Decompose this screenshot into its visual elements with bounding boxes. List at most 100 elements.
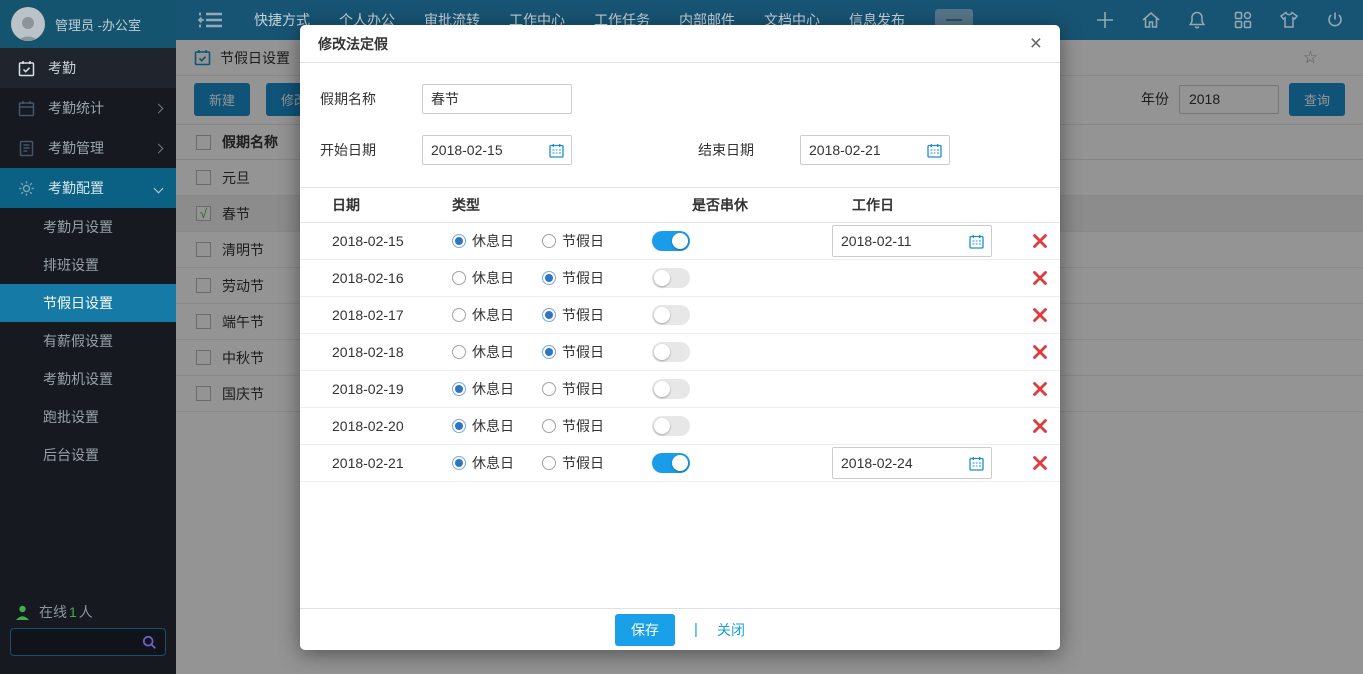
radio-holiday[interactable]: 节假日 — [542, 342, 604, 362]
search-icon[interactable] — [142, 635, 157, 650]
close-icon[interactable]: × — [1030, 33, 1042, 54]
day-row: 2018-02-20休息日节假日 — [300, 408, 1060, 445]
radio-holiday[interactable]: 节假日 — [542, 305, 604, 325]
swap-toggle[interactable] — [652, 379, 690, 399]
toggle-knob — [654, 418, 670, 434]
radio-label: 休息日 — [472, 231, 514, 251]
home-icon[interactable] — [1141, 10, 1161, 30]
toggle-knob — [654, 381, 670, 397]
calendar-check-icon — [18, 60, 35, 77]
sidebar-item-label: 考勤统计 — [48, 98, 104, 118]
calendar-icon[interactable] — [969, 234, 984, 249]
calendar-icon[interactable] — [549, 143, 564, 158]
sidebar-subitem[interactable]: 有薪假设置 — [0, 322, 176, 360]
sidebar-item-attendance-stats[interactable]: 考勤统计 — [0, 88, 176, 128]
radio-holiday[interactable]: 节假日 — [542, 453, 604, 473]
workday-cell — [832, 447, 1008, 479]
workday-field — [832, 447, 992, 479]
sidebar-search-input[interactable] — [11, 635, 142, 650]
sidebar-item-attendance[interactable]: 考勤 — [0, 48, 176, 88]
modal-footer: 保存 | 关闭 — [300, 608, 1060, 650]
radio-rest-day[interactable]: 休息日 — [452, 416, 514, 436]
delete-row-button[interactable] — [1032, 233, 1048, 249]
swap-toggle[interactable] — [652, 231, 690, 251]
delete-row-button[interactable] — [1032, 381, 1048, 397]
radio-label: 节假日 — [562, 379, 604, 399]
radio-holiday[interactable]: 节假日 — [542, 268, 604, 288]
bell-icon[interactable] — [1187, 10, 1207, 30]
calendar-icon[interactable] — [927, 143, 942, 158]
workday-input[interactable] — [833, 233, 969, 249]
swap-toggle[interactable] — [652, 416, 690, 436]
delete-row-button[interactable] — [1032, 455, 1048, 471]
start-date-label: 开始日期 — [320, 140, 422, 160]
calendar-icon[interactable] — [969, 456, 984, 471]
plus-icon[interactable] — [1095, 10, 1115, 30]
sidebar-item-label: 考勤配置 — [48, 178, 104, 198]
sidebar-subitem[interactable]: 考勤月设置 — [0, 208, 176, 246]
sidebar-subitem[interactable]: 后台设置 — [0, 436, 176, 474]
day-row: 2018-02-18休息日节假日 — [300, 334, 1060, 371]
radio-icon — [452, 456, 466, 470]
swap-cell — [652, 305, 832, 325]
delete-row-button[interactable] — [1032, 344, 1048, 360]
swap-column: 是否串休 — [652, 195, 832, 215]
theme-icon[interactable] — [1279, 10, 1299, 30]
start-date-field — [422, 135, 572, 165]
radio-rest-day[interactable]: 休息日 — [452, 268, 514, 288]
sidebar-search — [10, 628, 166, 656]
collapse-menu-icon[interactable] — [198, 10, 224, 30]
radio-rest-day[interactable]: 休息日 — [452, 305, 514, 325]
apps-icon[interactable] — [1233, 10, 1253, 30]
sidebar-item-label: 考勤 — [48, 58, 76, 78]
end-date-input[interactable] — [801, 142, 927, 158]
delete-row-button[interactable] — [1032, 418, 1048, 434]
day-row: 2018-02-16休息日节假日 — [300, 260, 1060, 297]
radio-holiday[interactable]: 节假日 — [542, 379, 604, 399]
radio-rest-day[interactable]: 休息日 — [452, 453, 514, 473]
swap-cell — [652, 379, 832, 399]
radio-label: 节假日 — [562, 231, 604, 251]
swap-toggle[interactable] — [652, 453, 690, 473]
swap-toggle[interactable] — [652, 268, 690, 288]
person-icon — [15, 605, 30, 620]
delete-row-button[interactable] — [1032, 307, 1048, 323]
power-icon[interactable] — [1325, 10, 1345, 30]
sidebar-subitem[interactable]: 排班设置 — [0, 246, 176, 284]
radio-icon — [452, 345, 466, 359]
footer-divider: | — [694, 621, 698, 638]
sidebar-item-attendance-mgmt[interactable]: 考勤管理 — [0, 128, 176, 168]
radio-holiday[interactable]: 节假日 — [542, 416, 604, 436]
online-status: 在线 1 人 — [15, 602, 93, 622]
sidebar-item-attendance-config[interactable]: 考勤配置 — [0, 168, 176, 208]
swap-cell — [652, 416, 832, 436]
radio-holiday[interactable]: 节假日 — [542, 231, 604, 251]
date-column: 日期 — [332, 195, 452, 215]
swap-cell — [652, 268, 832, 288]
user-block[interactable]: 管理员 -办公室 — [0, 0, 176, 48]
workday-input[interactable] — [833, 455, 969, 471]
radio-rest-day[interactable]: 休息日 — [452, 379, 514, 399]
radio-icon — [452, 308, 466, 322]
type-column: 类型 — [452, 195, 652, 215]
day-date: 2018-02-17 — [332, 307, 452, 323]
radio-icon — [542, 419, 556, 433]
sidebar-subitem[interactable]: 跑批设置 — [0, 398, 176, 436]
radio-rest-day[interactable]: 休息日 — [452, 342, 514, 362]
delete-row-button[interactable] — [1032, 270, 1048, 286]
radio-icon — [452, 419, 466, 433]
start-date-input[interactable] — [423, 142, 549, 158]
day-row: 2018-02-21休息日节假日 — [300, 445, 1060, 482]
holiday-name-input[interactable] — [422, 84, 572, 114]
save-button[interactable]: 保存 — [615, 614, 675, 646]
sidebar-subitem[interactable]: 节假日设置 — [0, 284, 176, 322]
swap-cell — [652, 342, 832, 362]
swap-toggle[interactable] — [652, 342, 690, 362]
swap-toggle[interactable] — [652, 305, 690, 325]
radio-icon — [542, 271, 556, 285]
avatar — [11, 7, 45, 41]
radio-rest-day[interactable]: 休息日 — [452, 231, 514, 251]
sidebar-subitem[interactable]: 考勤机设置 — [0, 360, 176, 398]
day-type-radios: 休息日 节假日 — [452, 305, 652, 325]
close-button[interactable]: 关闭 — [717, 620, 745, 640]
